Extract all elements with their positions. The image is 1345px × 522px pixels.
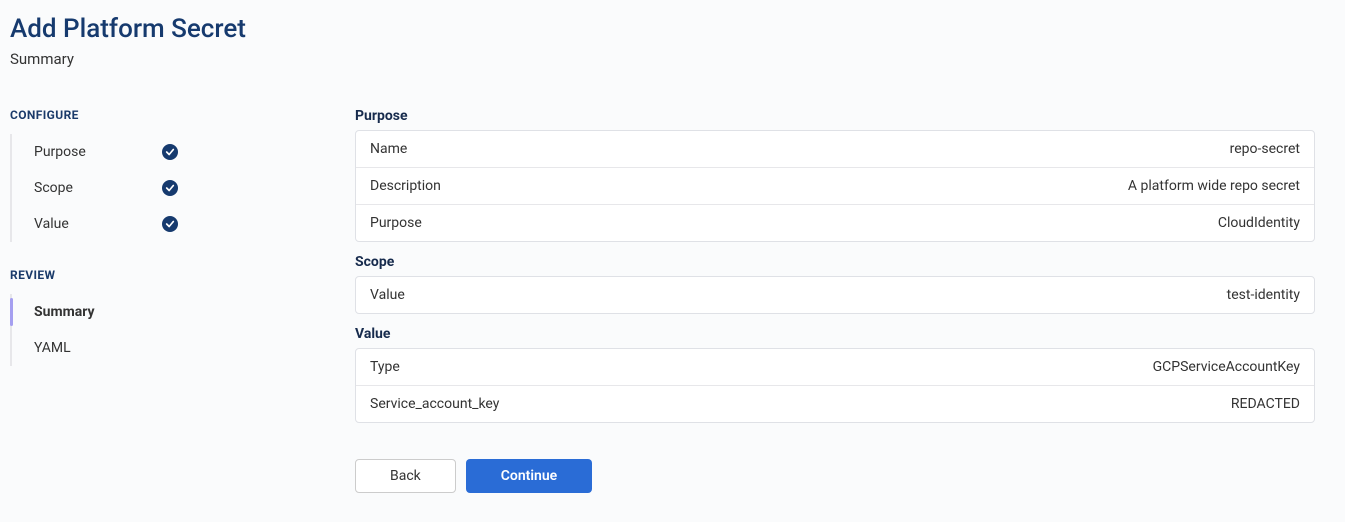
sidebar-item-label: Summary: [34, 304, 95, 320]
sidebar-item-label: YAML: [34, 340, 71, 356]
sidebar-configure-label: CONFIGURE: [10, 108, 335, 122]
row-value: REDACTED: [1231, 396, 1300, 412]
row-label: Description: [370, 178, 441, 194]
check-icon: [162, 180, 178, 196]
table-row: Name repo-secret: [356, 131, 1314, 168]
continue-button[interactable]: Continue: [466, 459, 592, 493]
sidebar-review-label: REVIEW: [10, 268, 335, 282]
section-purpose: Name repo-secret Description A platform …: [355, 130, 1315, 242]
row-value: A platform wide repo secret: [1128, 178, 1300, 194]
check-icon: [162, 216, 178, 232]
back-button[interactable]: Back: [355, 459, 456, 493]
row-label: Purpose: [370, 215, 422, 231]
table-row: Description A platform wide repo secret: [356, 168, 1314, 205]
sidebar: CONFIGURE Purpose Scope Value RE: [10, 108, 355, 493]
row-value: repo-secret: [1230, 141, 1300, 157]
table-row: Purpose CloudIdentity: [356, 205, 1314, 241]
section-heading-scope: Scope: [355, 254, 1315, 270]
sidebar-item-scope[interactable]: Scope: [12, 170, 192, 206]
row-label: Service_account_key: [370, 396, 499, 412]
section-scope: Value test-identity: [355, 276, 1315, 314]
sidebar-item-yaml[interactable]: YAML: [12, 330, 192, 366]
sidebar-configure-items: Purpose Scope Value: [10, 134, 335, 242]
sidebar-item-label: Value: [34, 216, 69, 232]
sidebar-item-summary[interactable]: Summary: [12, 294, 192, 330]
main-content: Purpose Name repo-secret Description A p…: [355, 108, 1315, 493]
row-value: CloudIdentity: [1218, 215, 1300, 231]
check-icon: [162, 144, 178, 160]
table-row: Service_account_key REDACTED: [356, 386, 1314, 422]
section-heading-value: Value: [355, 326, 1315, 342]
section-heading-purpose: Purpose: [355, 108, 1315, 124]
button-row: Back Continue: [355, 459, 1315, 493]
sidebar-item-label: Purpose: [34, 144, 86, 160]
page-subtitle: Summary: [10, 50, 1335, 68]
sidebar-review-items: Summary YAML: [10, 294, 335, 366]
section-value: Type GCPServiceAccountKey Service_accoun…: [355, 348, 1315, 423]
page-title: Add Platform Secret: [10, 14, 1335, 44]
row-value: test-identity: [1227, 287, 1300, 303]
table-row: Value test-identity: [356, 277, 1314, 313]
row-label: Name: [370, 141, 407, 157]
table-row: Type GCPServiceAccountKey: [356, 349, 1314, 386]
sidebar-item-purpose[interactable]: Purpose: [12, 134, 192, 170]
sidebar-item-label: Scope: [34, 180, 73, 196]
row-label: Value: [370, 287, 405, 303]
sidebar-item-value[interactable]: Value: [12, 206, 192, 242]
row-value: GCPServiceAccountKey: [1153, 359, 1300, 375]
row-label: Type: [370, 359, 400, 375]
